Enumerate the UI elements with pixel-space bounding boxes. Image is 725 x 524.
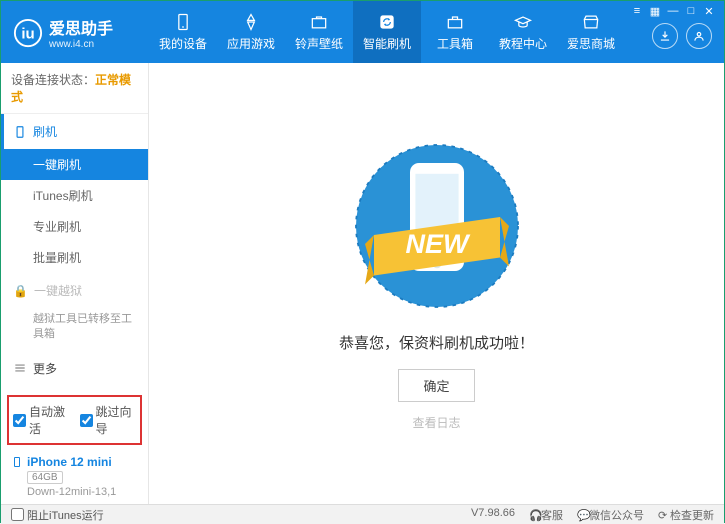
toolbox-icon: [445, 12, 465, 32]
window-controls: ≡ ▦ — □ ✕: [630, 1, 724, 17]
user-icon: [692, 29, 706, 43]
svg-text:NEW: NEW: [405, 229, 471, 259]
grad-cap-icon: [513, 12, 533, 32]
cb-block-itunes[interactable]: 阻止iTunes运行: [11, 507, 104, 523]
menu-icon[interactable]: ≡: [630, 5, 644, 17]
device-capacity: 64GB: [27, 471, 63, 484]
success-message: 恭喜您，保资料刷机成功啦！: [339, 332, 534, 353]
checkbox-row: 自动激活 跳过向导: [7, 395, 142, 445]
maximize-icon[interactable]: □: [684, 5, 698, 17]
menu-lines-icon: [13, 361, 27, 375]
update-link[interactable]: ⟳检查更新: [658, 507, 714, 523]
nav-ringtone[interactable]: 铃声壁纸: [285, 1, 353, 63]
status-bar: 阻止iTunes运行 V7.98.66 🎧客服 💬微信公众号 ⟳检查更新: [1, 504, 724, 524]
close-icon[interactable]: ✕: [702, 5, 716, 17]
logo-block: iu 爱思助手 www.i4.cn: [1, 1, 149, 50]
briefcase-icon: [309, 12, 329, 32]
sidebar: 设备连接状态：正常模式 刷机 一键刷机 iTunes刷机 专业刷机 批量刷机 🔒…: [1, 63, 149, 504]
svg-text:iu: iu: [21, 25, 34, 42]
sub-oneclick-flash[interactable]: 一键刷机: [1, 149, 148, 180]
phone-tiny-icon: [11, 456, 23, 468]
nav-flash[interactable]: 智能刷机: [353, 1, 421, 63]
nav-toolbox[interactable]: 工具箱: [421, 1, 489, 63]
apps-icon: [241, 12, 261, 32]
phone-icon: [173, 12, 193, 32]
section-more[interactable]: 更多: [1, 351, 148, 386]
nav-apps[interactable]: 应用游戏: [217, 1, 285, 63]
user-button[interactable]: [686, 23, 712, 49]
section-jailbreak[interactable]: 🔒 一键越狱: [1, 273, 148, 308]
cb-skip-guide[interactable]: 跳过向导: [80, 403, 137, 437]
jailbreak-note: 越狱工具已转移至工具箱: [1, 308, 148, 351]
sub-batch-flash[interactable]: 批量刷机: [1, 242, 148, 273]
app-subtitle: www.i4.cn: [49, 39, 113, 50]
ok-button[interactable]: 确定: [398, 369, 474, 402]
cb-auto-activate[interactable]: 自动激活: [13, 403, 70, 437]
headset-icon: 🎧: [529, 509, 541, 522]
refresh-icon: [377, 12, 397, 32]
view-log-link[interactable]: 查看日志: [412, 414, 460, 431]
sub-itunes-flash[interactable]: iTunes刷机: [1, 180, 148, 211]
success-illustration: NEW: [347, 136, 527, 316]
wechat-link[interactable]: 💬微信公众号: [577, 507, 644, 523]
nav-my-device[interactable]: 我的设备: [149, 1, 217, 63]
device-down: Down-12mini-13,1: [27, 486, 138, 498]
update-icon: ⟳: [658, 509, 670, 522]
connection-status: 设备连接状态：正常模式: [1, 63, 148, 114]
sub-pro-flash[interactable]: 专业刷机: [1, 211, 148, 242]
lock-icon: 🔒: [13, 284, 28, 298]
section-flash[interactable]: 刷机: [1, 114, 148, 149]
version-label: V7.98.66: [471, 507, 515, 523]
app-logo-icon: iu: [13, 18, 43, 48]
app-title: 爱思助手: [49, 15, 113, 39]
store-icon: [581, 12, 601, 32]
phone-small-icon: [13, 125, 27, 139]
download-icon: [658, 29, 672, 43]
nav-store[interactable]: 爱思商城: [557, 1, 625, 63]
main-content: NEW 恭喜您，保资料刷机成功啦！ 确定 查看日志: [149, 63, 724, 504]
top-nav: 我的设备 应用游戏 铃声壁纸 智能刷机 工具箱 教程中心 爱思商城: [149, 1, 625, 63]
title-bar: iu 爱思助手 www.i4.cn 我的设备 应用游戏 铃声壁纸 智能刷机 工具…: [1, 1, 724, 63]
sub-other-tools[interactable]: 其他工具: [1, 386, 148, 391]
nav-tutorial[interactable]: 教程中心: [489, 1, 557, 63]
device-card[interactable]: iPhone 12 mini 64GB Down-12mini-13,1: [1, 449, 148, 504]
service-link[interactable]: 🎧客服: [529, 507, 563, 523]
settings-icon[interactable]: ▦: [648, 5, 662, 17]
wechat-icon: 💬: [577, 509, 589, 522]
download-button[interactable]: [652, 23, 678, 49]
minimize-icon[interactable]: —: [666, 5, 680, 17]
